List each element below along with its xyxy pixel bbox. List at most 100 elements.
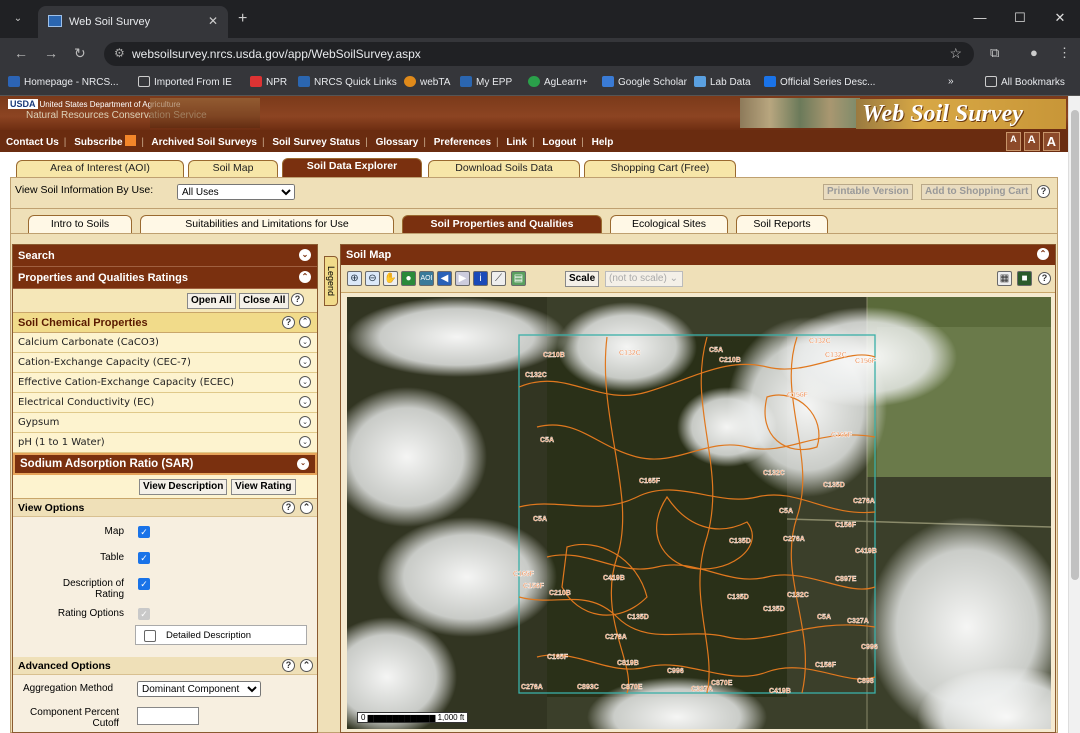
open-all-button[interactable]: Open All [187, 293, 236, 309]
close-window-icon[interactable]: ✕ [1040, 0, 1080, 38]
url-field[interactable]: ⚙ websoilsurvey.nrcs.usda.gov/app/WebSoi… [104, 42, 974, 66]
layers-icon[interactable]: ▦ [997, 271, 1012, 286]
back-icon[interactable]: ← [14, 45, 28, 61]
font-small-button[interactable]: A [1006, 132, 1021, 151]
zoom-aoi-icon[interactable]: AOI [419, 271, 434, 286]
scroll-thumb[interactable] [1071, 110, 1079, 580]
ratings-header[interactable]: Properties and Qualities Ratings ⌃ [13, 267, 317, 289]
menu-contact[interactable]: Contact Us [6, 137, 59, 148]
map-checkbox[interactable]: ✓ [138, 526, 150, 538]
tab-soil-data-explorer[interactable]: Soil Data Explorer [282, 158, 422, 177]
selected-item-sar[interactable]: Sodium Adsorption Ratio (SAR) ⌄ [13, 453, 317, 475]
profile-icon[interactable]: ● [1030, 45, 1038, 60]
bookmark-item[interactable]: Imported From IE [138, 76, 232, 88]
bookmark-item[interactable]: webTA [404, 76, 450, 88]
globe-icon[interactable]: ● [401, 271, 416, 286]
all-bookmarks[interactable]: All Bookmarks [985, 76, 1065, 88]
reload-icon[interactable]: ↻ [74, 45, 86, 62]
close-tab-icon[interactable]: ✕ [208, 14, 218, 28]
menu-link[interactable]: Link [506, 137, 527, 148]
help-icon[interactable]: ? [282, 316, 295, 329]
menu-kebab-icon[interactable]: ⋮ [1058, 45, 1071, 61]
detailed-description-checkbox[interactable] [144, 630, 156, 642]
view-options-header[interactable]: View Options? ⌃ [13, 499, 317, 517]
list-item[interactable]: pH (1 to 1 Water) ⌄ [13, 433, 317, 453]
tab-suitabilities[interactable]: Suitabilities and Limitations for Use [140, 215, 394, 233]
tab-ecological-sites[interactable]: Ecological Sites [610, 215, 728, 233]
search-header[interactable]: Search ⌄ [13, 245, 317, 267]
bookmark-item[interactable]: Official Series Desc... [764, 76, 875, 88]
legend-tab[interactable]: Legend [324, 256, 338, 306]
category-chemical[interactable]: Soil Chemical Properties? ⌃ [13, 313, 317, 333]
cutoff-input[interactable] [137, 707, 199, 725]
new-tab-icon[interactable]: + [238, 10, 247, 28]
pan-icon[interactable]: ✋ [383, 271, 398, 286]
aerial-map[interactable]: C210B C132C C5A C210B C132C C132C C156F … [347, 297, 1051, 729]
tab-search-icon[interactable]: ⌄ [8, 10, 28, 28]
view-description-button[interactable]: View Description [139, 479, 228, 495]
tab-download[interactable]: Download Soils Data [428, 160, 580, 177]
advanced-options-header[interactable]: Advanced Options? ⌃ [13, 657, 317, 675]
chevron-up-icon[interactable]: ⌃ [300, 659, 313, 672]
font-medium-button[interactable]: A [1023, 132, 1040, 151]
chevron-up-icon[interactable]: ⌃ [300, 501, 313, 514]
tab-intro-soils[interactable]: Intro to Soils [28, 215, 132, 233]
tab-soil-reports[interactable]: Soil Reports [736, 215, 828, 233]
tab-aoi[interactable]: Area of Interest (AOI) [16, 160, 184, 177]
identify-icon[interactable]: i [473, 271, 488, 286]
overview-icon[interactable]: ■ [1017, 271, 1032, 286]
menu-help[interactable]: Help [592, 137, 614, 148]
bookmark-item[interactable]: Homepage - NRCS... [8, 76, 118, 88]
bookmark-item[interactable]: My EPP [460, 76, 512, 88]
measure-icon[interactable]: ⟋ [491, 271, 506, 286]
close-all-button[interactable]: Close All [239, 293, 290, 309]
tab-shopping-cart[interactable]: Shopping Cart (Free) [584, 160, 736, 177]
site-info-icon[interactable]: ⚙ [114, 46, 125, 60]
tab-soil-map[interactable]: Soil Map [188, 160, 278, 177]
help-icon[interactable]: ? [282, 659, 295, 672]
minimize-icon[interactable]: — [960, 0, 1000, 38]
list-item[interactable]: Calcium Carbonate (CaCO3) ⌄ [13, 333, 317, 353]
view-by-select[interactable]: All Uses [177, 184, 295, 200]
menu-preferences[interactable]: Preferences [434, 137, 491, 148]
chevron-up-icon[interactable]: ⌃ [1037, 248, 1049, 260]
zoom-in-icon[interactable]: ⊕ [347, 271, 362, 286]
extensions-icon[interactable]: ⧉ [990, 45, 999, 61]
view-rating-button[interactable]: View Rating [231, 479, 296, 495]
menu-logout[interactable]: Logout [542, 137, 576, 148]
aggregation-select[interactable]: Dominant Component [137, 681, 261, 697]
menu-subscribe[interactable]: Subscribe [74, 137, 122, 148]
bookmark-item[interactable]: Lab Data [694, 76, 751, 88]
scale-button[interactable]: Scale [565, 271, 600, 287]
help-icon[interactable]: ? [1038, 272, 1051, 285]
menu-archived[interactable]: Archived Soil Surveys [151, 137, 257, 148]
bookmark-item[interactable]: NRCS Quick Links [298, 76, 397, 88]
scale-select[interactable]: (not to scale) ⌄ [605, 271, 683, 287]
forward-icon[interactable]: → [44, 45, 58, 61]
menu-status[interactable]: Soil Survey Status [272, 137, 360, 148]
bookmark-item[interactable]: AgLearn+ [528, 76, 588, 88]
description-checkbox[interactable]: ✓ [138, 578, 150, 590]
table-checkbox[interactable]: ✓ [138, 552, 150, 564]
bookmark-item[interactable]: Google Scholar [602, 76, 687, 88]
zoom-out-icon[interactable]: ⊖ [365, 271, 380, 286]
browser-tab[interactable]: Web Soil Survey ✕ [38, 6, 228, 38]
add-to-cart-button[interactable]: Add to Shopping Cart [921, 184, 1033, 200]
tab-properties-qualities[interactable]: Soil Properties and Qualities [402, 215, 602, 233]
help-icon[interactable]: ? [282, 501, 295, 514]
bookmark-star-icon[interactable]: ☆ [949, 45, 962, 62]
list-item[interactable]: Gypsum ⌄ [13, 413, 317, 433]
rss-icon[interactable] [125, 135, 137, 146]
menu-glossary[interactable]: Glossary [376, 137, 419, 148]
font-large-button[interactable]: A [1042, 132, 1060, 151]
maximize-icon[interactable]: ☐ [1000, 0, 1040, 38]
page-scrollbar[interactable] [1068, 96, 1080, 733]
printable-version-button[interactable]: Printable Version [823, 184, 913, 200]
help-icon[interactable]: ? [291, 293, 304, 306]
list-item[interactable]: Electrical Conductivity (EC) ⌄ [13, 393, 317, 413]
list-item[interactable]: Effective Cation-Exchange Capacity (ECEC… [13, 373, 317, 393]
bookmarks-overflow[interactable]: » [948, 76, 954, 87]
back-extent-icon[interactable]: ◀ [437, 271, 452, 286]
help-icon[interactable]: ? [1037, 185, 1050, 198]
print-map-icon[interactable]: ▤ [511, 271, 526, 286]
